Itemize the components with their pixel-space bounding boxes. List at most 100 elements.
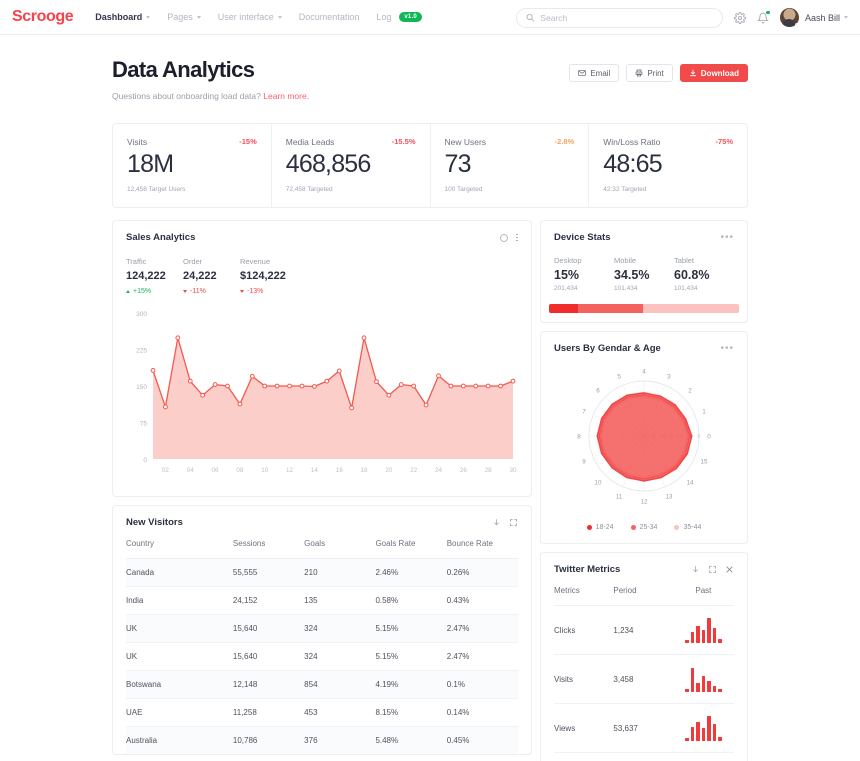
radar-angular-tick-label: 10: [595, 479, 603, 486]
sales-metric-value: $124,222: [240, 270, 286, 282]
table-row[interactable]: Botswana 12,148 854 4.19% 0.1%: [126, 670, 518, 699]
chevron-down-icon: [146, 15, 151, 19]
email-button[interactable]: Email: [569, 64, 620, 82]
column-header: Bounce Rate: [446, 528, 518, 559]
download-button[interactable]: Download: [679, 64, 748, 82]
close-icon[interactable]: [725, 565, 734, 574]
radar-angular-tick-label: 11: [616, 494, 623, 501]
x-axis-tick-label: 06: [212, 467, 220, 474]
data-point: [324, 378, 330, 384]
radar-angular-tick-label: 2: [688, 388, 692, 395]
sales-metric-delta: -11%: [183, 288, 240, 295]
twitter-metrics-header: Twitter Metrics: [541, 553, 747, 575]
x-axis-tick-label: 24: [435, 467, 443, 474]
search-box[interactable]: [515, 7, 723, 28]
nav-item-documentation[interactable]: Documentation: [299, 12, 360, 22]
kpi-top: New Users -2.8%: [445, 137, 575, 147]
sales-metric-delta-label: +15%: [133, 288, 152, 295]
envelope-icon: [578, 70, 586, 76]
x-axis-tick-label: 08: [236, 467, 244, 474]
chevron-down-icon: [277, 15, 282, 19]
notifications-button[interactable]: [757, 10, 770, 24]
nav-item-log[interactable]: Log v1.0: [376, 12, 422, 22]
table-cell: 5.15%: [375, 614, 447, 643]
table-row[interactable]: Visits 3,458: [554, 654, 734, 704]
sales-metric: Order 24,222 -11%: [183, 257, 240, 295]
sparkline: [673, 715, 734, 741]
refresh-icon[interactable]: [500, 233, 509, 242]
table-cell: 0.43%: [446, 586, 518, 615]
user-menu[interactable]: Aash Bill: [779, 8, 848, 27]
legend-item[interactable]: 35-44: [674, 524, 701, 531]
nav-item-dashboard[interactable]: Dashboard: [95, 12, 151, 22]
table-cell: 453: [304, 698, 376, 727]
x-axis-tick-label: 26: [460, 467, 468, 474]
sales-metric-value: 24,222: [183, 270, 217, 282]
table-row[interactable]: Australia 10,786 376 5.48% 0.45%: [126, 726, 518, 754]
table-cell: 5.15%: [375, 642, 447, 671]
sales-metric-delta: +15%: [126, 288, 183, 295]
sparkline-bar: [701, 676, 706, 692]
legend-color-dot: [674, 525, 680, 530]
download-icon[interactable]: [691, 565, 700, 574]
data-point: [374, 379, 379, 385]
x-axis-tick-label: 16: [336, 467, 344, 474]
users-by-gender-age-card: Users By Gendar & Age ••• 0 1 2 3 4 5 6 7 8 9 10 11…: [540, 331, 748, 544]
expand-icon[interactable]: [509, 518, 518, 527]
printer-icon: [635, 69, 643, 77]
column-header: Goals: [304, 528, 376, 559]
table-row[interactable]: UK 15,640 324 5.15% 2.47%: [126, 642, 518, 671]
more-options-icon[interactable]: •••: [720, 343, 734, 354]
more-options-icon[interactable]: •••: [720, 232, 734, 243]
table-cell: 2.46%: [375, 558, 447, 587]
settings-button[interactable]: [734, 11, 746, 24]
table-row[interactable]: UAE 11,258 453 8.15% 0.14%: [126, 698, 518, 727]
metric-period: 3,458: [613, 654, 673, 704]
radar-angular-tick-label: 3: [667, 373, 671, 380]
data-point: [448, 383, 454, 389]
avatar: [779, 8, 799, 27]
kpi-label: New Users: [444, 137, 487, 147]
legend-item[interactable]: 18-24: [586, 524, 614, 531]
x-axis-tick-label: 14: [311, 467, 319, 474]
nav-item-user-interface[interactable]: User interface: [218, 12, 282, 22]
kpi-value: 468,856: [285, 150, 372, 178]
column-header: Past: [672, 575, 734, 606]
sales-analytics-header: Sales Analytics: [113, 221, 531, 243]
table-row[interactable]: India 24,152 135 0.58% 0.43%: [126, 586, 518, 615]
data-point: [237, 401, 243, 407]
table-cell: 10,786: [232, 726, 305, 754]
sparkline-bar: [685, 738, 689, 741]
learn-more-link[interactable]: Learn more.: [263, 91, 309, 101]
metric-sparkline-cell: [672, 605, 734, 655]
nav-item-pages[interactable]: Pages: [167, 12, 201, 22]
table-row[interactable]: Canada 55,555 210 2.46% 0.26%: [126, 558, 518, 587]
sparkline-bar: [707, 716, 711, 741]
sparkline: [673, 617, 734, 643]
radar-angular-tick-label: 12: [640, 499, 648, 506]
new-visitors-table: Country Sessions Goals Goals Rate Bounce Rat…: [126, 528, 518, 754]
kpi-delta: -15.5%: [391, 137, 416, 146]
expand-icon[interactable]: [708, 565, 717, 574]
table-row[interactable]: Clicks 1,234: [554, 605, 734, 655]
sparkline: [673, 666, 734, 692]
search-input[interactable]: [540, 12, 713, 23]
sparkline-bar: [718, 689, 722, 692]
sparkline-bar: [690, 632, 695, 643]
data-point: [311, 384, 317, 389]
data-point: [460, 383, 466, 389]
more-options-icon[interactable]: [516, 233, 518, 242]
kpi-top: Win/Loss Ratio -75%: [603, 137, 733, 147]
table-row[interactable]: Returns20,596: [554, 753, 734, 761]
kpi-subtext: 12,458 Target Users: [127, 186, 186, 193]
brand-logo[interactable]: Scrooge: [12, 8, 74, 26]
legend-item[interactable]: 25-34: [630, 524, 657, 531]
kpi-subtext: 42:32 Targeted: [603, 186, 647, 193]
print-button[interactable]: Print: [626, 64, 673, 82]
radar-header: Users By Gendar & Age •••: [541, 332, 747, 354]
table-row[interactable]: UK 15,640 324 5.15% 2.47%: [126, 614, 518, 643]
sparkline-bar: [696, 722, 700, 741]
download-icon[interactable]: [492, 518, 501, 527]
table-row[interactable]: Views 53,637: [554, 703, 734, 753]
x-axis-tick-label: 02: [162, 467, 170, 474]
